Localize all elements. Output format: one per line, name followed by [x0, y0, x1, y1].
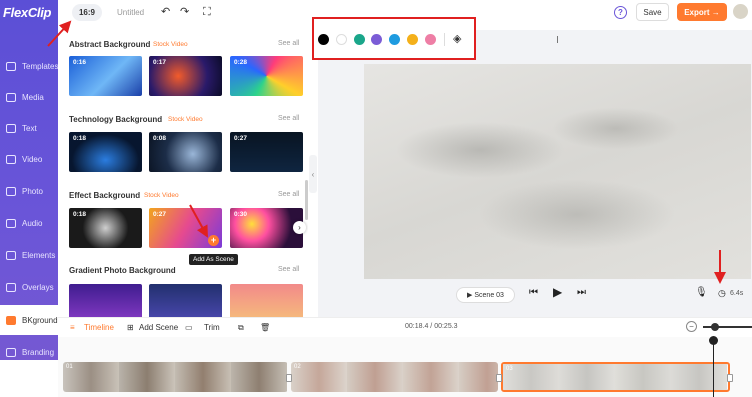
color-swatch-blue[interactable]: [389, 34, 400, 45]
photo-icon: [6, 186, 16, 196]
chevron-right-icon[interactable]: ›: [293, 221, 306, 234]
playhead[interactable]: [713, 340, 714, 397]
transition-button[interactable]: [496, 374, 502, 382]
collapse-panel-handle[interactable]: ‹: [309, 155, 317, 193]
timeline-clip-scene-1[interactable]: 01: [63, 362, 288, 392]
add-scene-icon: ⊞: [127, 323, 134, 332]
section-title-gradient: Gradient Photo Background: [69, 266, 176, 275]
timeline-time: 00:18.4 / 00:25.3: [405, 323, 458, 330]
add-scene-button[interactable]: Add Scene: [139, 323, 178, 332]
playhead-handle[interactable]: [709, 336, 718, 345]
see-all-gradient[interactable]: See all: [278, 266, 299, 273]
photo-thumbnail[interactable]: [230, 284, 303, 320]
save-button[interactable]: Save: [636, 3, 669, 21]
undo-icon[interactable]: ↶: [161, 7, 170, 18]
fullscreen-icon[interactable]: ⛶: [203, 7, 211, 18]
redo-icon[interactable]: ↷: [180, 7, 189, 18]
video-icon: [6, 154, 16, 164]
video-thumbnail[interactable]: 0:08: [149, 132, 222, 172]
zoom-out-icon[interactable]: −: [686, 321, 697, 332]
add-as-scene-tooltip: Add As Scene: [189, 254, 238, 265]
sidebar-item-audio[interactable]: Audio: [0, 208, 58, 238]
photo-thumbnail[interactable]: [69, 284, 142, 320]
overlays-icon: [6, 282, 16, 292]
divider: [444, 33, 445, 46]
video-thumbnail[interactable]: 0:28: [230, 56, 303, 96]
sidebar-item-elements[interactable]: Elements: [0, 240, 58, 270]
scene-selector[interactable]: ▶ Scene 03: [456, 287, 515, 303]
color-swatch-white[interactable]: [336, 34, 347, 45]
color-swatch-pink[interactable]: [425, 34, 436, 45]
timeline-toolbar: ≡ Timeline ⊞ Add Scene ▭ Trim ⧉ 🗑 00:18.…: [58, 317, 752, 337]
templates-icon: [6, 61, 16, 71]
background-library-panel: Abstract Background Stock Video See all …: [58, 30, 308, 320]
skip-forward-icon[interactable]: ⏭: [577, 288, 586, 298]
aspect-ratio-button[interactable]: 16:9: [72, 4, 102, 21]
timeline-clip-scene-3[interactable]: 03: [501, 362, 730, 392]
play-icon[interactable]: ▶: [553, 286, 562, 298]
color-swatch-black[interactable]: [318, 34, 329, 45]
stock-video-tag: Stock Video: [153, 41, 188, 48]
add-as-scene-button[interactable]: +: [208, 235, 219, 246]
sidebar-item-templates[interactable]: Templates: [0, 51, 58, 81]
paint-bucket-icon[interactable]: ◈: [453, 32, 461, 45]
background-color-picker: ◈: [312, 17, 476, 60]
photo-thumbnail[interactable]: [149, 284, 222, 320]
see-all-technology[interactable]: See all: [278, 115, 299, 122]
timeline-clip-scene-2[interactable]: 02: [291, 362, 498, 392]
see-all-effect[interactable]: See all: [278, 191, 299, 198]
delete-icon[interactable]: 🗑: [260, 323, 270, 332]
microphone-icon[interactable]: 🎙: [695, 288, 708, 298]
timeline-icon: ≡: [70, 323, 75, 332]
trim-icon: ▭: [185, 323, 193, 332]
section-title-abstract: Abstract Background: [69, 40, 151, 49]
skip-back-icon[interactable]: ⏮: [529, 288, 538, 298]
color-swatch-teal[interactable]: [354, 34, 365, 45]
transition-button[interactable]: [286, 374, 292, 382]
sidebar-item-photo[interactable]: Photo: [0, 176, 58, 206]
left-rail: FlexClip Templates Media Text Video Phot…: [0, 0, 58, 360]
video-thumbnail[interactable]: 0:17: [149, 56, 222, 96]
elements-icon: [6, 250, 16, 260]
sidebar-item-video[interactable]: Video: [0, 144, 58, 174]
flexclip-editor: FlexClip Templates Media Text Video Phot…: [0, 0, 752, 397]
color-swatch-purple[interactable]: [371, 34, 382, 45]
scene-preview[interactable]: [364, 64, 751, 279]
stock-video-tag: Stock Video: [144, 192, 179, 199]
help-button[interactable]: ?: [614, 6, 627, 19]
media-icon: [6, 92, 16, 102]
sidebar-item-background[interactable]: BKground: [0, 305, 58, 335]
audio-icon: [6, 218, 16, 228]
transition-button[interactable]: [727, 374, 733, 382]
export-button[interactable]: Export →: [677, 3, 727, 21]
flexclip-logo: FlexClip: [3, 5, 52, 20]
sidebar-item-overlays[interactable]: Overlays: [0, 272, 58, 302]
video-thumbnail[interactable]: 0:16: [69, 56, 142, 96]
clock-icon[interactable]: ◷: [718, 289, 726, 298]
sidebar-item-media[interactable]: Media: [0, 82, 58, 112]
avatar[interactable]: [733, 4, 748, 19]
text-icon: [6, 123, 16, 133]
project-title[interactable]: Untitled: [117, 8, 144, 17]
canvas-divider-mark: [557, 36, 558, 43]
background-icon: [6, 315, 16, 325]
stock-video-tag: Stock Video: [168, 116, 203, 123]
library-scrollbar[interactable]: [305, 180, 308, 220]
zoom-slider-handle[interactable]: [711, 323, 719, 331]
timeline-strip: 01 02 03: [58, 337, 752, 397]
trim-button[interactable]: Trim: [204, 323, 220, 332]
section-title-technology: Technology Background: [69, 115, 163, 124]
duplicate-icon[interactable]: ⧉: [238, 323, 244, 333]
scene-duration[interactable]: 6.4s: [730, 290, 743, 297]
section-title-effect: Effect Background: [69, 191, 141, 200]
branding-icon: [6, 347, 16, 357]
see-all-abstract[interactable]: See all: [278, 40, 299, 47]
color-swatch-yellow[interactable]: [407, 34, 418, 45]
sidebar-item-text[interactable]: Text: [0, 113, 58, 143]
video-thumbnail[interactable]: 0:18: [69, 208, 142, 248]
tab-timeline[interactable]: Timeline: [84, 323, 114, 332]
video-thumbnail[interactable]: 0:27: [230, 132, 303, 172]
sidebar-item-branding[interactable]: Branding: [0, 337, 58, 367]
video-thumbnail[interactable]: 0:18: [69, 132, 142, 172]
